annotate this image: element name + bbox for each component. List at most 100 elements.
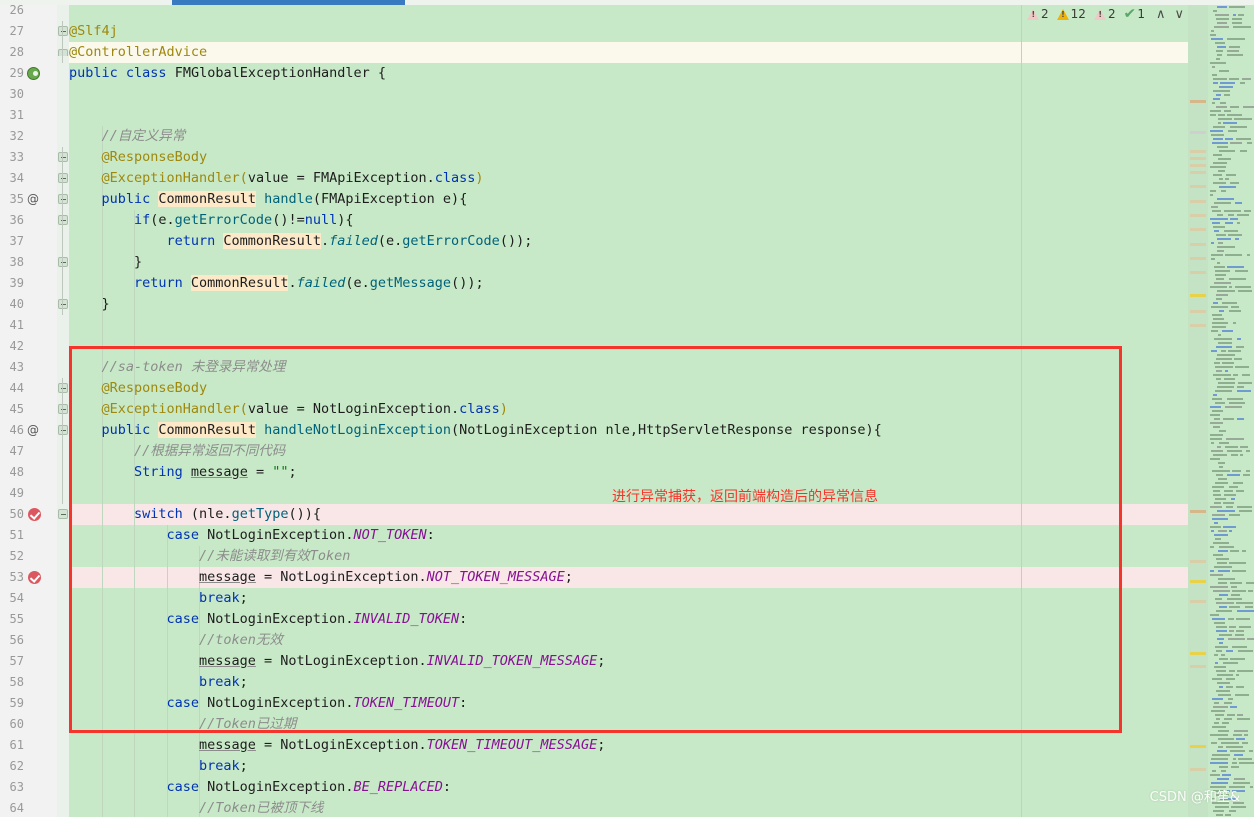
gutter-row[interactable]: 48: [0, 462, 57, 483]
code-line[interactable]: return CommonResult.failed(e.getMessage(…: [134, 273, 484, 294]
gutter-row[interactable]: 54: [0, 588, 57, 609]
gutter-row[interactable]: 55: [0, 609, 57, 630]
fold-toggle-icon[interactable]: [58, 173, 68, 183]
code-line[interactable]: case NotLoginException.NOT_TOKEN:: [167, 525, 435, 546]
error-stripe-mark[interactable]: [1190, 157, 1206, 160]
code-line[interactable]: @ControllerAdvice: [69, 42, 207, 63]
code-line[interactable]: case NotLoginException.BE_REPLACED:: [167, 777, 452, 798]
code-text-area[interactable]: @Slf4j@ControllerAdvicepublic class FMGl…: [69, 0, 1189, 817]
status-check-ok-icon[interactable]: ✔1: [1124, 6, 1145, 22]
code-line[interactable]: break;: [199, 672, 248, 693]
gutter-row[interactable]: 47: [0, 441, 57, 462]
code-minimap[interactable]: [1208, 0, 1254, 817]
fold-toggle-icon[interactable]: [58, 404, 68, 414]
code-line[interactable]: @Slf4j: [69, 21, 118, 42]
gutter-row[interactable]: 63: [0, 777, 57, 798]
gutter-row[interactable]: 29: [0, 63, 57, 84]
gutter-row[interactable]: 33: [0, 147, 57, 168]
error-stripe-mark[interactable]: [1190, 294, 1206, 297]
fold-toggle-icon[interactable]: [58, 383, 68, 393]
breakpoint-icon[interactable]: [28, 571, 41, 584]
code-line[interactable]: message = NotLoginException.INVALID_TOKE…: [199, 651, 605, 672]
gutter-row[interactable]: 28: [0, 42, 57, 63]
error-stripe-mark[interactable]: [1190, 228, 1206, 231]
code-line[interactable]: }: [102, 294, 110, 315]
error-stripe-mark[interactable]: [1190, 243, 1206, 246]
fold-toggle-icon[interactable]: [58, 299, 68, 309]
status-warning-triangle-pale-icon[interactable]: 2: [1094, 7, 1116, 21]
editor-tab-strip[interactable]: [0, 0, 1254, 5]
gutter-row[interactable]: 37: [0, 231, 57, 252]
fold-toggle-icon[interactable]: [58, 215, 68, 225]
gutter-row[interactable]: 50: [0, 504, 57, 525]
gutter-row[interactable]: 42: [0, 336, 57, 357]
error-stripe-mark[interactable]: [1190, 745, 1206, 748]
error-stripe-mark[interactable]: [1190, 324, 1206, 327]
gutter-row[interactable]: 30: [0, 84, 57, 105]
override-method-icon[interactable]: @: [27, 192, 39, 206]
gutter-row[interactable]: 51: [0, 525, 57, 546]
code-line[interactable]: return CommonResult.failed(e.getErrorCod…: [167, 231, 533, 252]
code-line[interactable]: @ExceptionHandler(value = NotLoginExcept…: [102, 399, 508, 420]
prev-problem-button[interactable]: ∧: [1153, 7, 1169, 22]
editor-gutter[interactable]: 26272829303132333435@3637383940414243444…: [0, 0, 57, 817]
gutter-row[interactable]: 45: [0, 399, 57, 420]
code-line[interactable]: //token无效: [199, 630, 283, 651]
gutter-row[interactable]: 41: [0, 315, 57, 336]
error-stripe-mark[interactable]: [1190, 510, 1206, 513]
error-stripe-mark[interactable]: [1190, 580, 1206, 583]
gutter-row[interactable]: 52: [0, 546, 57, 567]
code-line[interactable]: //自定义异常: [102, 126, 186, 147]
code-editor[interactable]: 26272829303132333435@3637383940414243444…: [0, 0, 1254, 817]
error-stripe-mark[interactable]: [1190, 310, 1206, 313]
error-stripe-mark[interactable]: [1190, 257, 1206, 260]
next-problem-button[interactable]: ∨: [1171, 7, 1187, 22]
gutter-row[interactable]: 59: [0, 693, 57, 714]
code-line[interactable]: case NotLoginException.INVALID_TOKEN:: [167, 609, 468, 630]
code-line[interactable]: @ExceptionHandler(value = FMApiException…: [102, 168, 484, 189]
error-stripe-mark[interactable]: [1190, 214, 1206, 217]
error-stripe-mark[interactable]: [1190, 185, 1206, 188]
code-line[interactable]: switch (nle.getType()){: [134, 504, 321, 525]
error-stripe-mark[interactable]: [1190, 600, 1206, 603]
inspection-status-widget[interactable]: 2 12 2 ✔1 ∧∨: [1027, 4, 1187, 24]
code-line[interactable]: public CommonResult handleNotLoginExcept…: [102, 420, 882, 441]
gutter-row[interactable]: 58: [0, 672, 57, 693]
error-stripe-mark[interactable]: [1190, 164, 1206, 167]
fold-toggle-icon[interactable]: [58, 425, 68, 435]
gutter-row[interactable]: 40: [0, 294, 57, 315]
code-line[interactable]: String message = "";: [134, 462, 297, 483]
gutter-row[interactable]: 36: [0, 210, 57, 231]
status-warning-triangle-icon[interactable]: 12: [1057, 7, 1086, 21]
gutter-row[interactable]: 27: [0, 21, 57, 42]
status-warning-triangle-pale-icon[interactable]: 2: [1027, 7, 1049, 21]
code-line[interactable]: @ResponseBody: [102, 378, 208, 399]
fold-toggle-icon[interactable]: [58, 509, 68, 519]
code-line[interactable]: public CommonResult handle(FMApiExceptio…: [102, 189, 468, 210]
breakpoint-icon[interactable]: [28, 508, 41, 521]
error-stripe-mark[interactable]: [1190, 560, 1206, 563]
override-method-icon[interactable]: @: [27, 423, 39, 437]
code-line[interactable]: if(e.getErrorCode()!=null){: [134, 210, 354, 231]
gutter-row[interactable]: 34: [0, 168, 57, 189]
error-stripe-mark[interactable]: [1190, 150, 1206, 153]
error-stripe-mark[interactable]: [1190, 768, 1206, 771]
fold-region-cap-icon[interactable]: [58, 49, 68, 56]
error-stripe-mark[interactable]: [1190, 200, 1206, 203]
gutter-row[interactable]: 60: [0, 714, 57, 735]
code-line[interactable]: message = NotLoginException.TOKEN_TIMEOU…: [199, 735, 605, 756]
error-stripe-mark[interactable]: [1190, 665, 1206, 668]
error-stripe-mark[interactable]: [1190, 652, 1206, 655]
code-line[interactable]: //Token已过期: [199, 714, 296, 735]
code-line[interactable]: //sa-token 未登录异常处理: [102, 357, 286, 378]
run-class-icon[interactable]: [27, 67, 40, 80]
gutter-row[interactable]: 46@: [0, 420, 57, 441]
gutter-row[interactable]: 49: [0, 483, 57, 504]
gutter-row[interactable]: 35@: [0, 189, 57, 210]
code-line[interactable]: break;: [199, 588, 248, 609]
error-stripe-mark[interactable]: [1190, 131, 1206, 134]
gutter-row[interactable]: 57: [0, 651, 57, 672]
code-folding-column[interactable]: [57, 0, 69, 817]
fold-toggle-icon[interactable]: [58, 152, 68, 162]
gutter-row[interactable]: 61: [0, 735, 57, 756]
